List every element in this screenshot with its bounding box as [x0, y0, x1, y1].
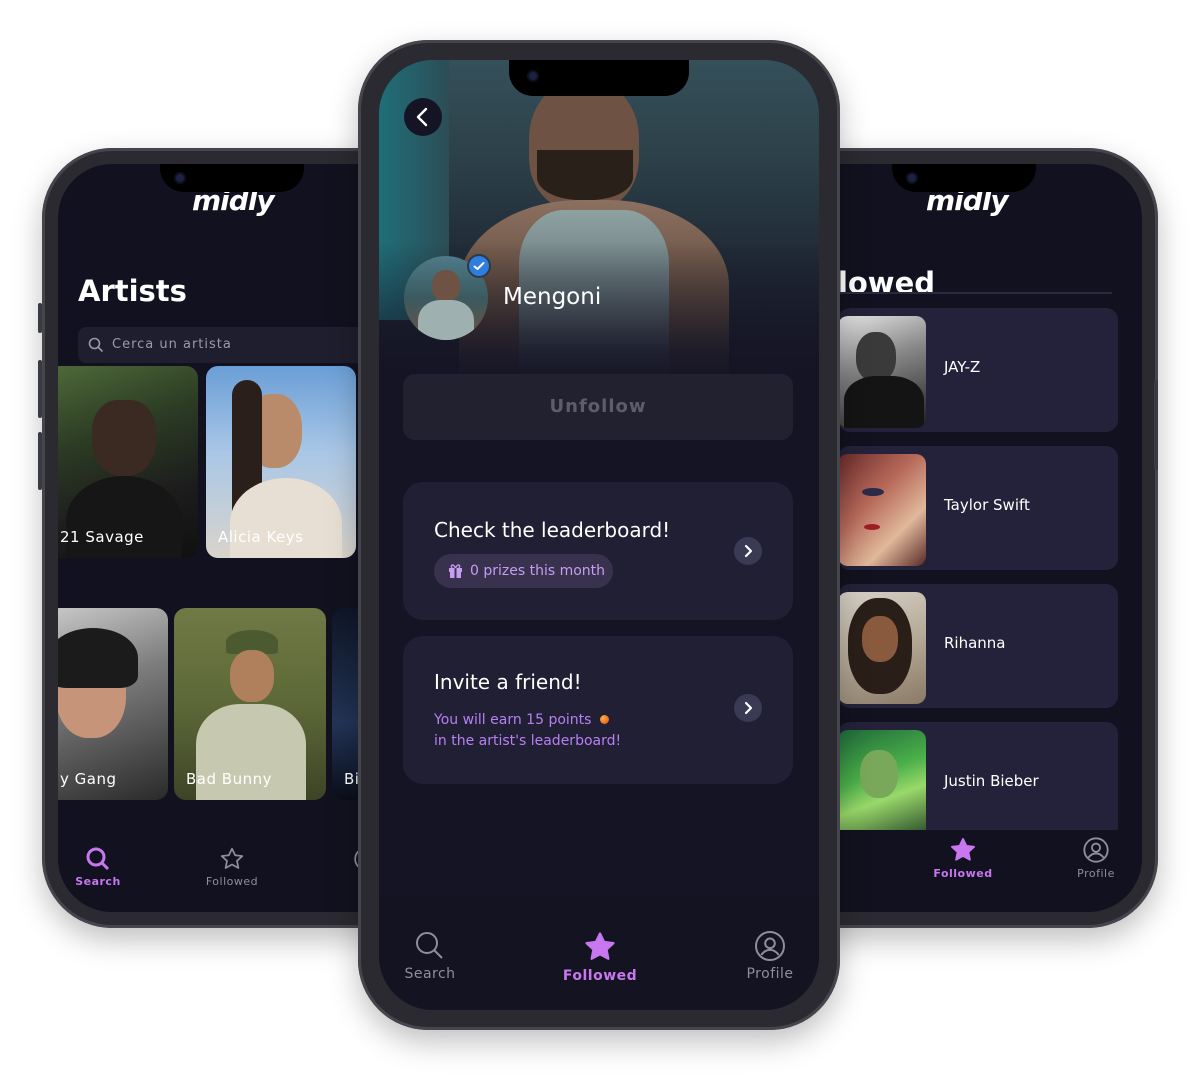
followed-row[interactable]: Rihanna: [838, 584, 1118, 708]
artist-card[interactable]: y Gang: [58, 608, 168, 800]
search-placeholder: Cerca un artista: [112, 337, 232, 352]
gift-icon: [449, 564, 462, 578]
nav-label: Followed: [205, 875, 259, 888]
nav-label: Followed: [933, 867, 993, 880]
artist-hero-image: [379, 60, 819, 390]
star-icon: [950, 837, 976, 861]
prizes-text: 0 prizes this month: [470, 563, 606, 579]
nav-label: Search: [404, 966, 456, 982]
search-icon: [86, 847, 110, 871]
leaderboard-card[interactable]: Check the leaderboard! 0 prizes this mon…: [403, 482, 793, 620]
nav-profile[interactable]: Profile: [1066, 836, 1126, 880]
nav-label: Followed: [562, 968, 638, 984]
artist-thumbnail: [838, 592, 926, 704]
artist-card[interactable]: Alicia Keys: [206, 366, 356, 558]
leaderboard-arrow[interactable]: [734, 537, 762, 565]
center-screen: Mengoni Unfollow Check the leaderboard! …: [379, 60, 819, 1010]
artist-name: JAY-Z: [944, 358, 981, 376]
artist-name: Rihanna: [944, 634, 1006, 652]
nav-search[interactable]: Search: [68, 846, 128, 888]
artist-name: y Gang: [60, 770, 117, 788]
chevron-right-icon: [744, 544, 753, 558]
back-button[interactable]: [404, 98, 442, 136]
followed-row[interactable]: JAY-Z: [838, 308, 1118, 432]
search-icon: [88, 337, 104, 353]
artist-name: Taylor Swift: [944, 496, 1030, 514]
title-underline: [836, 292, 1112, 294]
followed-row[interactable]: Taylor Swift: [838, 446, 1118, 570]
search-input[interactable]: Cerca un artista: [78, 327, 368, 363]
chevron-left-icon: [416, 107, 428, 127]
bottom-nav: Search Followed Profile: [379, 896, 819, 1010]
checkmark-icon: [473, 262, 485, 270]
artist-thumbnail: [838, 454, 926, 566]
nav-followed[interactable]: Followed: [560, 930, 640, 984]
artist-card[interactable]: 21 Savage: [58, 366, 198, 558]
prizes-badge: 0 prizes this month: [434, 554, 613, 588]
artist-figure: [92, 400, 156, 476]
invite-arrow[interactable]: [734, 694, 762, 722]
star-icon: [585, 932, 615, 960]
nav-search[interactable]: Search: [395, 930, 465, 982]
followed-row[interactable]: Justin Bieber: [838, 722, 1118, 830]
nav-profile[interactable]: Profile: [735, 930, 805, 982]
artist-name: Bad Bunny: [186, 770, 272, 788]
followed-list: JAY-Z Taylor Swift Rihanna Justin Bieber: [838, 308, 1118, 830]
nav-label: Profile: [1077, 867, 1115, 880]
artist-name: Justin Bieber: [944, 772, 1039, 790]
chevron-right-icon: [744, 701, 753, 715]
invite-title: Invite a friend!: [434, 670, 582, 694]
center-phone: Mengoni Unfollow Check the leaderboard! …: [358, 40, 840, 1030]
artist-name: Mengoni: [503, 284, 602, 310]
leaderboard-title: Check the leaderboard!: [434, 518, 671, 542]
nav-followed[interactable]: Followed: [202, 846, 262, 888]
profile-icon: [755, 931, 785, 961]
artist-card[interactable]: Bad Bunny: [174, 608, 326, 800]
search-icon: [416, 932, 443, 959]
artist-thumbnail: [838, 316, 926, 428]
invite-card[interactable]: Invite a friend! You will earn 15 points…: [403, 636, 793, 784]
artist-name: 21 Savage: [60, 528, 144, 546]
artist-thumbnail: [838, 730, 926, 830]
star-icon: [220, 847, 244, 869]
profile-icon: [1083, 837, 1109, 863]
nav-label: Profile: [746, 966, 794, 982]
artist-name: Alicia Keys: [218, 528, 304, 546]
invite-leaderboard-text: in the artist's leaderboard!: [434, 733, 622, 749]
page-title: llowed: [828, 266, 936, 300]
points-coin-icon: [599, 715, 609, 724]
verified-badge: [469, 256, 489, 276]
unfollow-button[interactable]: Unfollow: [403, 374, 793, 440]
nav-label: Search: [75, 875, 121, 888]
nav-followed[interactable]: Followed: [926, 836, 1000, 880]
page-title: Artists: [78, 274, 187, 308]
invite-points-text: You will earn 15 points: [434, 712, 609, 728]
